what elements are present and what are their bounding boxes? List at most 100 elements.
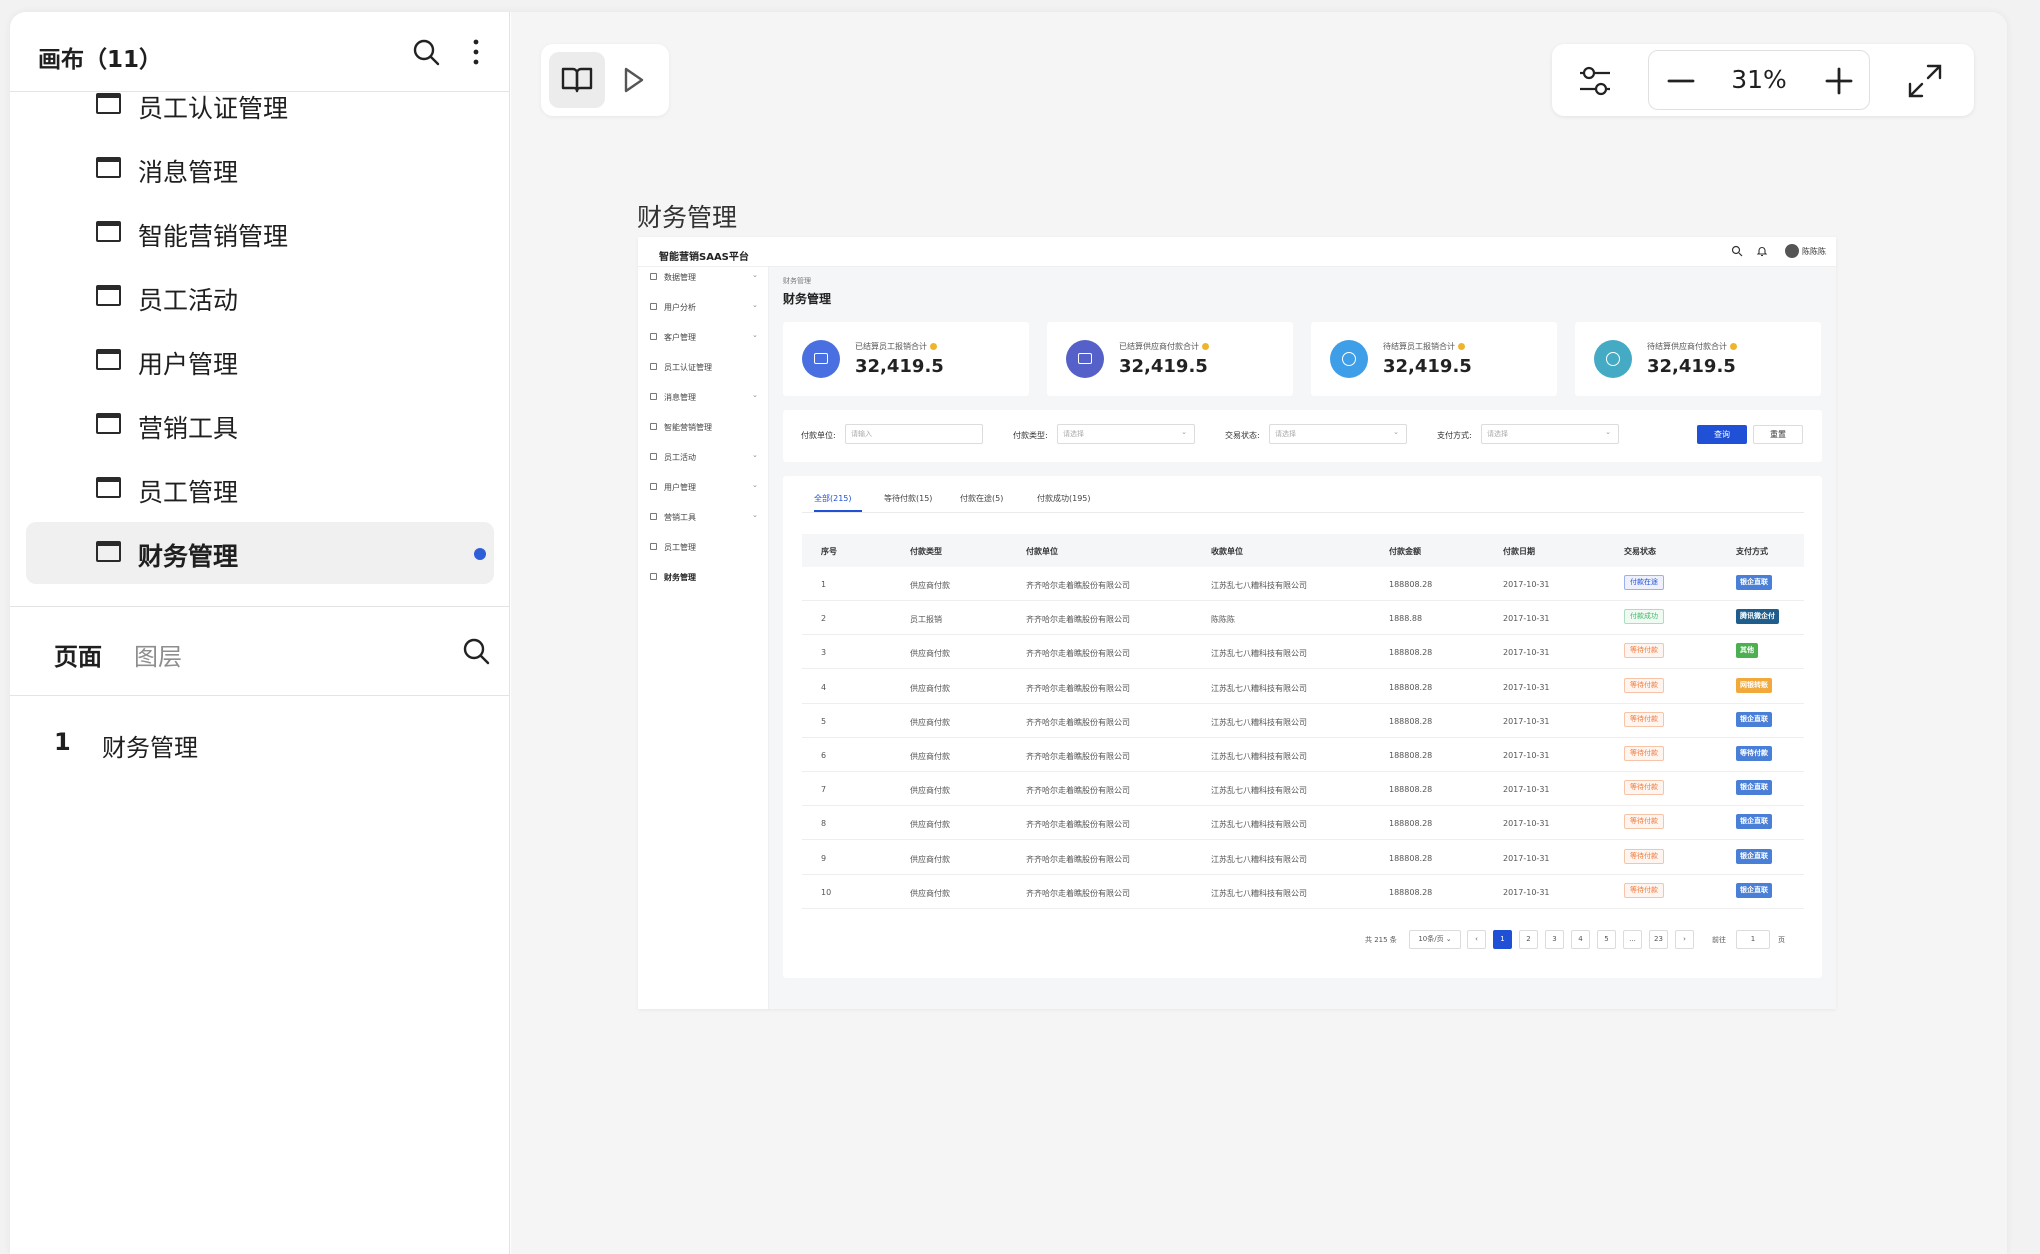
table-cell: 188808.28 [1389,785,1433,795]
query-button[interactable]: 查询 [1697,425,1747,444]
bell-icon [1756,247,1768,257]
type-filter-label: 付款类型: [1013,431,1048,440]
next-page-button[interactable]: › [1675,930,1694,949]
table-row[interactable]: 7 供应商付款 齐齐哈尔走着瞧股份有限公司 江苏乱七八糟科技有限公司 188808.28… [802,772,1804,807]
wallet-icon [1066,340,1104,378]
page-button[interactable]: 1 [1493,930,1512,949]
tab-in-transit[interactable]: 付款在途(5) [960,493,1003,504]
fullscreen-icon[interactable] [1906,62,1944,100]
canvas-panel-title: 画布（11） [38,47,163,73]
table-row[interactable]: 9 供应商付款 齐齐哈尔走着瞧股份有限公司 江苏乱七八糟科技有限公司 188808.28… [802,841,1804,875]
user-name: 陈陈陈 [1802,247,1826,256]
canvas-item-finance[interactable]: 财务管理 [26,522,494,584]
table-row[interactable]: 5 供应商付款 齐齐哈尔走着瞧股份有限公司 江苏乱七八糟科技有限公司 188808.28… [802,704,1804,738]
tab-all[interactable]: 全部(215) [814,493,852,504]
payer-input[interactable]: 请输入 [845,424,983,444]
page-button[interactable]: 2 [1519,930,1538,949]
page-size-select[interactable]: 10条/页 ⌄ [1409,930,1461,949]
read-mode-button[interactable] [549,52,605,108]
table-cell: 188808.28 [1389,682,1433,692]
page-ellipsis[interactable]: ... [1623,930,1642,949]
col-header: 付款类型 [910,547,942,556]
method-select[interactable]: 请选择 ⌄ [1481,424,1619,444]
canvas-item-label: 营销工具 [138,414,239,443]
stat-label: 已结算供应商付款合计 [1119,341,1209,352]
chevron-down-icon: ⌄ [752,481,758,489]
page-item-finance[interactable]: 1 财务管理 [10,718,510,768]
status-select[interactable]: 请选择 ⌄ [1269,424,1407,444]
canvas-item-users[interactable]: 用户管理 [26,330,494,392]
stat-card: 已结算员工报销合计 32,419.5 [783,322,1029,396]
nav-label: 员工认证管理 [664,363,712,372]
canvas-item-marketing-tools[interactable]: 营销工具 [26,394,494,456]
gear-icon [650,423,657,430]
table-row[interactable]: 4 供应商付款 齐齐哈尔走着瞧股份有限公司 江苏乱七八糟科技有限公司 188808.28… [802,670,1804,704]
table-row[interactable]: 6 供应商付款 齐齐哈尔走着瞧股份有限公司 江苏乱七八糟科技有限公司 188808.28… [802,738,1804,772]
canvas-item-smart-marketing[interactable]: 智能营销管理 [26,202,494,264]
method-filter-label: 支付方式: [1437,431,1472,440]
table-cell: 3 [821,648,827,658]
table-cell: 江苏乱七八糟科技有限公司 [1211,683,1307,693]
page-button[interactable]: 5 [1597,930,1616,949]
more-vertical-icon[interactable] [468,36,484,68]
nav-label: 智能营销管理 [664,423,712,432]
prev-page-button[interactable]: ‹ [1467,930,1486,949]
app-window: 画布（11） 员工认证管理 消息管理 智能营销管理 员工活动 用户管理 营销工具… [10,12,2007,1254]
info-icon [1202,343,1209,350]
window-icon [96,285,121,306]
payment-method-badge: 银企直联 [1736,575,1772,590]
canvas-item-messages[interactable]: 消息管理 [26,138,494,200]
page-button[interactable]: 3 [1545,930,1564,949]
table-row[interactable]: 1 供应商付款 齐齐哈尔走着瞧股份有限公司 江苏乱七八糟科技有限公司 188808.28… [802,567,1804,601]
zoom-out-icon[interactable] [1663,63,1699,99]
canvas-item-staff-certification[interactable]: 员工认证管理 [26,74,494,136]
adjust-settings-icon[interactable] [1576,62,1614,100]
col-header: 收款单位 [1211,547,1243,556]
reset-button[interactable]: 重置 [1753,425,1803,444]
table-row[interactable]: 8 供应商付款 齐齐哈尔走着瞧股份有限公司 江苏乱七八糟科技有限公司 188808.28… [802,806,1804,841]
table-row[interactable]: 10 供应商付款 齐齐哈尔走着瞧股份有限公司 江苏乱七八糟科技有限公司 188808.2… [802,875,1804,909]
table-cell: 1888.88 [1389,614,1423,624]
table-cell: 陈陈陈 [1211,615,1235,625]
table-cell: 齐齐哈尔走着瞧股份有限公司 [1026,615,1130,625]
search-icon[interactable] [410,36,442,68]
nav-item-messages: 消息管理 ⌄ [638,387,769,407]
zoom-in-icon[interactable] [1821,63,1857,99]
payment-method-badge: 其他 [1736,643,1758,659]
table-cell: 齐齐哈尔走着瞧股份有限公司 [1026,649,1130,659]
tab-waiting[interactable]: 等待付款(15) [884,493,932,504]
nav-label: 员工活动 [664,453,696,462]
canvas-item-label: 智能营销管理 [138,222,289,251]
nav-item-staff-cert: 员工认证管理 [638,357,769,377]
table-cell: 供应商付款 [910,888,950,898]
calendar-icon [650,453,657,460]
goto-page-input[interactable]: 1 [1736,930,1770,949]
table-cell: 2017-10-31 [1503,887,1550,897]
col-header: 付款单位 [1026,547,1058,556]
table-cell: 供应商付款 [910,854,950,864]
table-cell: 员工报销 [910,615,942,625]
tab-layers[interactable]: 图层 [134,637,182,672]
table-row[interactable]: 3 供应商付款 齐齐哈尔走着瞧股份有限公司 江苏乱七八糟科技有限公司 188808.28… [802,635,1804,670]
type-select[interactable]: 请选择 ⌄ [1057,424,1195,444]
page-button[interactable]: 23 [1649,930,1668,949]
nav-item-staff: 员工管理 [638,537,769,557]
col-header: 序号 [821,547,837,556]
table-cell: 齐齐哈尔走着瞧股份有限公司 [1026,888,1130,898]
page-button[interactable]: 4 [1571,930,1590,949]
preview-frame[interactable]: 智能营销SAAS平台 陈陈陈 数据管理 ⌄ 用户分析 ⌄ 客户管理 ⌄ 员工认证管理 … [638,237,1836,1009]
canvas-item-staff-activity[interactable]: 员工活动 [26,266,494,328]
table-row[interactable]: 2 员工报销 齐齐哈尔走着瞧股份有限公司 陈陈陈 1888.88 2017-10-31 付款… [802,601,1804,636]
payment-method-badge: 腾讯微企付 [1736,609,1779,625]
canvas-item-staff[interactable]: 员工管理 [26,458,494,520]
play-button[interactable] [605,52,661,108]
stat-value: 32,419.5 [855,356,944,377]
search-icon[interactable] [460,635,492,667]
chevron-down-icon: ⌄ [1393,428,1399,436]
zoom-toolbar: 31% [1552,44,1974,116]
tab-success[interactable]: 付款成功(195) [1037,493,1091,504]
window-icon [96,349,121,370]
tab-pages[interactable]: 页面 [54,637,102,672]
status-badge: 等待付款 [1624,643,1664,659]
goto-label: 前往 [1712,936,1726,944]
